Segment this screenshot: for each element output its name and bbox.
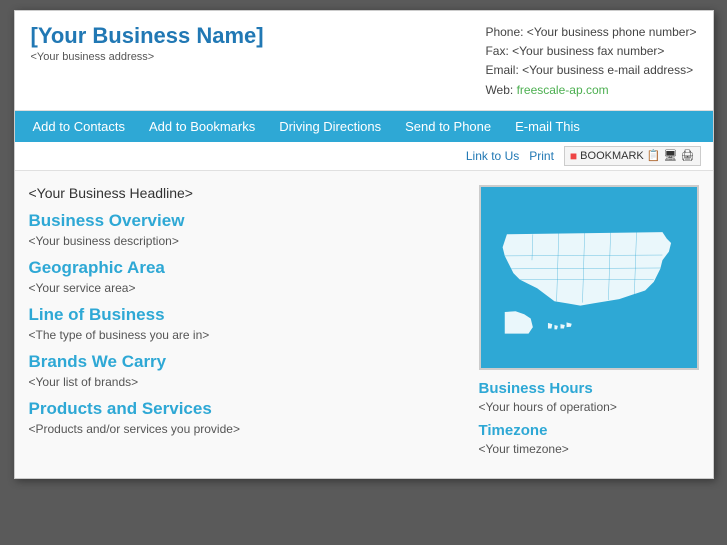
web-row: Web: freescale-ap.com [485, 81, 696, 100]
print-button[interactable]: Print [529, 149, 554, 163]
nav-email-this[interactable]: E-mail This [503, 111, 592, 142]
email-label: Email: <Your business e-mail address> [485, 61, 696, 80]
nav-driving-directions[interactable]: Driving Directions [267, 111, 393, 142]
map-container [479, 185, 699, 370]
nav-add-bookmarks[interactable]: Add to Bookmarks [137, 111, 267, 142]
phone-label: Phone: <Your business phone number> [485, 23, 696, 42]
toolbar-row: Link to Us Print ■ BOOKMARK 📋 🖥 🖨 [15, 142, 713, 171]
section-desc-1: <Your service area> [29, 281, 463, 295]
business-headline: <Your Business Headline> [29, 185, 463, 201]
nav-send-to-phone[interactable]: Send to Phone [393, 111, 503, 142]
page-wrapper: [Your Business Name] <Your business addr… [14, 10, 714, 479]
web-link[interactable]: freescale-ap.com [517, 83, 609, 97]
fax-label: Fax: <Your business fax number> [485, 42, 696, 61]
web-label: Web: [485, 83, 513, 97]
header-left: [Your Business Name] <Your business addr… [31, 23, 264, 63]
section-title-1: Geographic Area [29, 258, 463, 278]
header: [Your Business Name] <Your business addr… [15, 11, 713, 111]
right-section-title-1: Timezone [479, 422, 699, 439]
bookmark-button[interactable]: ■ BOOKMARK 📋 🖥 🖨 [564, 146, 701, 166]
business-address: <Your business address> [31, 51, 264, 63]
header-right: Phone: <Your business phone number> Fax:… [485, 23, 696, 100]
right-section-title-0: Business Hours [479, 380, 699, 397]
section-desc-3: <Your list of brands> [29, 375, 463, 389]
link-to-us-button[interactable]: Link to Us [466, 149, 519, 163]
section-title-2: Line of Business [29, 305, 463, 325]
section-desc-4: <Products and/or services you provide> [29, 422, 463, 436]
bookmark-icons-extra: 📋 🖥 🖨 [647, 149, 695, 162]
main-content: <Your Business Headline> Business Overvi… [15, 171, 713, 478]
us-map-svg [481, 187, 697, 368]
bookmark-label: BOOKMARK [580, 150, 644, 162]
right-column: Business Hours <Your hours of operation>… [479, 185, 699, 464]
section-desc-2: <The type of business you are in> [29, 328, 463, 342]
right-section-desc-1: <Your timezone> [479, 442, 699, 456]
business-name: [Your Business Name] [31, 23, 264, 49]
nav-add-contacts[interactable]: Add to Contacts [21, 111, 138, 142]
left-column: <Your Business Headline> Business Overvi… [29, 185, 463, 464]
bookmark-icon: ■ [570, 149, 577, 163]
section-title-4: Products and Services [29, 399, 463, 419]
section-desc-0: <Your business description> [29, 234, 463, 248]
section-title-3: Brands We Carry [29, 352, 463, 372]
navbar: Add to Contacts Add to Bookmarks Driving… [15, 111, 713, 142]
section-title-0: Business Overview [29, 211, 463, 231]
right-section-desc-0: <Your hours of operation> [479, 400, 699, 414]
